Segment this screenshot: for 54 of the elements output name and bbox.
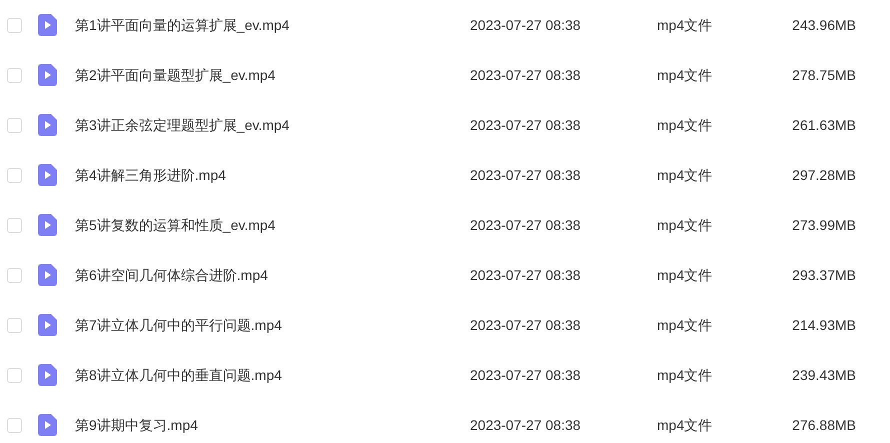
file-type: mp4文件 <box>657 166 714 185</box>
file-name[interactable]: 第3讲正余弦定理题型扩展_ev.mp4 <box>75 114 470 136</box>
video-file-icon <box>38 364 57 386</box>
file-size: 278.75MB <box>791 66 856 84</box>
checkbox[interactable] <box>7 168 22 182</box>
file-size: 276.88MB <box>791 416 856 434</box>
checkbox[interactable] <box>7 418 22 432</box>
checkbox[interactable] <box>7 18 22 32</box>
modified-date: 2023-07-27 08:38 <box>470 266 582 284</box>
file-name[interactable]: 第5讲复数的运算和性质_ev.mp4 <box>75 214 470 236</box>
file-type: mp4文件 <box>657 116 714 135</box>
video-file-icon <box>38 64 57 86</box>
video-file-icon <box>38 414 57 436</box>
file-name[interactable]: 第6讲空间几何体综合进阶.mp4 <box>75 264 470 286</box>
file-type: mp4文件 <box>657 66 714 85</box>
modified-date: 2023-07-27 08:38 <box>470 366 582 384</box>
checkbox[interactable] <box>7 318 22 332</box>
file-type: mp4文件 <box>657 266 714 285</box>
file-name[interactable]: 第9讲期中复习.mp4 <box>75 414 470 436</box>
file-size: 239.43MB <box>791 366 856 384</box>
video-file-icon <box>38 114 57 136</box>
checkbox[interactable] <box>7 268 22 282</box>
file-size: 261.63MB <box>791 116 856 134</box>
file-type: mp4文件 <box>657 16 714 35</box>
file-size: 293.37MB <box>791 266 856 284</box>
video-file-icon <box>38 14 57 36</box>
video-file-icon <box>38 164 57 186</box>
modified-date: 2023-07-27 08:38 <box>470 166 582 184</box>
checkbox[interactable] <box>7 118 22 132</box>
file-name[interactable]: 第4讲解三角形进阶.mp4 <box>75 164 470 186</box>
file-size: 214.93MB <box>791 316 856 334</box>
modified-date: 2023-07-27 08:38 <box>470 216 582 234</box>
file-name[interactable]: 第7讲立体几何中的平行问题.mp4 <box>75 314 470 336</box>
video-file-icon <box>38 314 57 336</box>
file-type: mp4文件 <box>657 366 714 385</box>
modified-date: 2023-07-27 08:38 <box>470 316 582 334</box>
file-name[interactable]: 第8讲立体几何中的垂直问题.mp4 <box>75 364 470 386</box>
file-type: mp4文件 <box>657 216 714 235</box>
file-size: 273.99MB <box>791 216 856 234</box>
file-name[interactable]: 第2讲平面向量题型扩展_ev.mp4 <box>75 64 470 86</box>
file-size: 243.96MB <box>791 16 856 34</box>
video-file-icon <box>38 214 57 236</box>
file-type: mp4文件 <box>657 416 714 435</box>
file-size: 297.28MB <box>791 166 856 184</box>
modified-date: 2023-07-27 08:38 <box>470 66 582 84</box>
modified-date: 2023-07-27 08:38 <box>470 116 582 134</box>
file-name[interactable]: 第1讲平面向量的运算扩展_ev.mp4 <box>75 14 470 36</box>
checkbox[interactable] <box>7 68 22 82</box>
file-type: mp4文件 <box>657 316 714 335</box>
video-file-icon <box>38 264 57 286</box>
modified-date: 2023-07-27 08:38 <box>470 16 582 34</box>
checkbox[interactable] <box>7 218 22 232</box>
modified-date: 2023-07-27 08:38 <box>470 416 582 434</box>
checkbox[interactable] <box>7 368 22 382</box>
